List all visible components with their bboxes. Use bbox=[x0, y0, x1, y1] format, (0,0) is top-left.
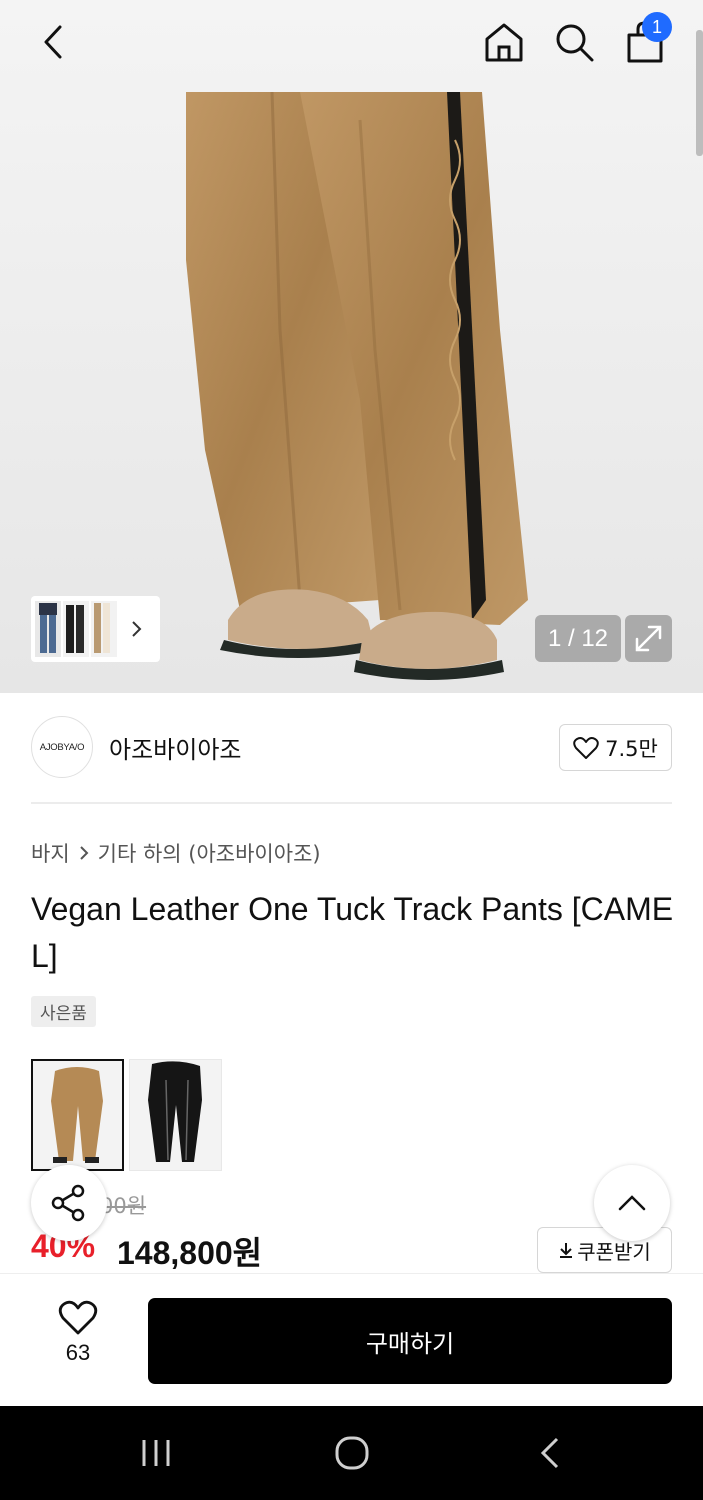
wishlist-count: 63 bbox=[65, 1340, 91, 1365]
download-icon bbox=[560, 1243, 573, 1258]
color-variant-black[interactable] bbox=[129, 1059, 222, 1171]
system-back-button[interactable] bbox=[520, 1428, 580, 1478]
search-icon bbox=[556, 24, 594, 62]
heart-icon bbox=[58, 1300, 98, 1335]
expand-button[interactable] bbox=[625, 615, 672, 662]
brand-row[interactable]: AJOBYA/O 아조바이아조 7.5만 bbox=[31, 716, 672, 780]
recent-apps-icon bbox=[142, 1440, 170, 1466]
thumbnail-image bbox=[63, 601, 89, 657]
product-image-gallery[interactable]: 1 1 / 12 bbox=[0, 0, 703, 693]
variant-image bbox=[130, 1060, 221, 1170]
thumbnail-image bbox=[91, 601, 117, 657]
share-icon bbox=[51, 1184, 85, 1222]
buy-button[interactable]: 구매하기 bbox=[148, 1298, 672, 1384]
brand-like-button[interactable]: 7.5만 bbox=[559, 724, 672, 771]
breadcrumb: 바지 기타 하의 (아조바이아조) bbox=[31, 838, 321, 868]
recent-apps-button[interactable] bbox=[126, 1428, 186, 1478]
brand-like-count: 7.5만 bbox=[605, 736, 658, 761]
heart-icon bbox=[573, 736, 599, 759]
breadcrumb-subcategory[interactable]: 기타 하의 (아조바이아조) bbox=[98, 838, 321, 868]
cart-count-badge: 1 bbox=[642, 12, 672, 42]
home-icon bbox=[485, 23, 523, 62]
system-navigation-bar bbox=[0, 1406, 703, 1500]
home-button[interactable] bbox=[478, 16, 530, 68]
cart-button[interactable]: 1 bbox=[618, 12, 672, 68]
color-variant-camel[interactable] bbox=[31, 1059, 124, 1171]
image-counter: 1 / 12 bbox=[535, 615, 621, 662]
share-button[interactable] bbox=[31, 1165, 107, 1241]
thumbnail-image bbox=[35, 601, 61, 657]
top-navigation: 1 bbox=[0, 0, 703, 84]
back-button[interactable] bbox=[30, 18, 78, 66]
brand-logo[interactable]: AJOBYA/O bbox=[31, 716, 93, 778]
divider bbox=[31, 802, 672, 804]
purchase-action-bar: 63 구매하기 bbox=[0, 1273, 703, 1406]
gift-badge: 사은품 bbox=[31, 996, 96, 1027]
chevron-up-icon bbox=[618, 1195, 646, 1211]
chevron-right-icon bbox=[79, 846, 89, 860]
product-photo bbox=[186, 91, 528, 680]
breadcrumb-category[interactable]: 바지 bbox=[31, 838, 70, 868]
brand-name[interactable]: 아조바이아조 bbox=[109, 730, 241, 765]
thumbnail-strip[interactable] bbox=[31, 596, 160, 662]
wishlist-button[interactable]: 63 bbox=[40, 1300, 116, 1380]
expand-icon bbox=[635, 625, 662, 652]
back-icon bbox=[540, 1437, 559, 1469]
back-icon bbox=[44, 25, 62, 59]
system-home-button[interactable] bbox=[322, 1428, 382, 1478]
home-circle-icon bbox=[335, 1436, 369, 1470]
sale-price: 148,800원 bbox=[117, 1235, 263, 1271]
scroll-top-button[interactable] bbox=[594, 1165, 670, 1241]
variant-image bbox=[33, 1061, 122, 1169]
chevron-right-icon bbox=[132, 621, 142, 637]
product-title: Vegan Leather One Tuck Track Pants [CAME… bbox=[31, 891, 674, 974]
search-button[interactable] bbox=[548, 16, 600, 68]
